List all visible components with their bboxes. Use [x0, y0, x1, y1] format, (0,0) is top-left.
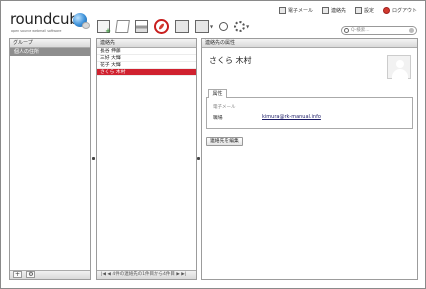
- logo-cloud-icon: [82, 22, 90, 29]
- gear-icon[interactable]: [234, 21, 246, 32]
- contact-photo-placeholder: [387, 55, 411, 79]
- contact-row[interactable]: 三好 大輝: [97, 55, 196, 62]
- add-contact-button[interactable]: [97, 20, 111, 35]
- nav-mail[interactable]: 電子メール: [278, 7, 313, 14]
- search-input[interactable]: Q-検索...: [341, 26, 417, 35]
- contact-row[interactable]: 長谷 伸藤: [97, 48, 196, 55]
- tab-properties[interactable]: 属性: [208, 89, 227, 98]
- detail-header: 連絡先の属性: [202, 39, 417, 48]
- group-item-personal[interactable]: 個人の住所: [10, 48, 90, 56]
- toolbar: ▼ ▼: [97, 19, 255, 35]
- contact-detail-panel: 連絡先の属性 さくら 木村 属性 電子メール 職場 kimura@rk-manu…: [201, 38, 418, 280]
- pager-next-icon[interactable]: ▶: [176, 272, 179, 277]
- nav-contacts-label: 連絡先: [330, 8, 346, 14]
- email-section-label: 電子メール: [213, 105, 236, 110]
- contacts-panel: 連絡先 長谷 伸藤 三好 大輝 花子 大輝 さくら 木村 |◀ ◀ 4件の連絡先…: [96, 38, 197, 280]
- pager-last-icon[interactable]: ▶|: [181, 272, 186, 277]
- splitter-handle[interactable]: [92, 157, 95, 160]
- settings-icon: [354, 7, 362, 14]
- groups-footer: + ⚙: [10, 270, 90, 279]
- delete-contact-button[interactable]: [154, 19, 169, 34]
- edit-contact-button[interactable]: 連絡先を編集: [206, 137, 243, 146]
- export-button[interactable]: [195, 20, 209, 33]
- group-item-label: 個人の住所: [14, 49, 40, 55]
- email-field-label: 職場: [213, 116, 223, 121]
- contact-row[interactable]: 花子 大輝: [97, 62, 196, 69]
- chevron-down-icon[interactable]: ▼: [210, 24, 213, 29]
- nav-mail-label: 電子メール: [287, 8, 313, 14]
- compose-icon-button[interactable]: [115, 20, 130, 33]
- chevron-down-icon[interactable]: ▼: [246, 24, 249, 29]
- contact-row-selected[interactable]: さくら 木村: [97, 69, 196, 76]
- reset-search-icon[interactable]: [409, 28, 414, 33]
- contact-name: さくら 木村: [209, 56, 252, 65]
- nav-settings[interactable]: 設定: [354, 7, 374, 14]
- import-button[interactable]: [175, 20, 189, 33]
- contacts-pager: |◀ ◀ 4件の連絡先の1件目から4件目 ▶ ▶|: [97, 270, 196, 279]
- groups-header: グループ: [10, 39, 90, 48]
- roundcube-logo[interactable]: roundcube open source webmail software: [10, 8, 90, 36]
- nav-logout[interactable]: ログアウト: [382, 7, 417, 14]
- group-actions-gear-icon[interactable]: ⚙: [26, 271, 36, 278]
- mail-icon: [278, 7, 286, 14]
- addressbook-icon: [321, 7, 329, 14]
- contacts-header: 連絡先: [97, 39, 196, 48]
- pager-text: 4件の連絡先の1件目から4件目: [112, 272, 175, 277]
- advanced-search-icon[interactable]: [219, 22, 229, 31]
- email-link[interactable]: kimura@rk-manual.info: [262, 114, 321, 120]
- search-placeholder: Q-検索...: [351, 28, 370, 33]
- groups-panel: グループ 個人の住所 + ⚙: [9, 38, 91, 280]
- logout-icon: [382, 7, 390, 14]
- logo-tagline: open source webmail software: [11, 29, 62, 33]
- nav-settings-label: 設定: [363, 8, 374, 14]
- pager-prev-icon[interactable]: ◀: [107, 272, 110, 277]
- properties-box: 電子メール 職場 kimura@rk-manual.info: [206, 97, 413, 129]
- nav-contacts[interactable]: 連絡先: [321, 7, 346, 14]
- app-window: roundcube open source webmail software 電…: [0, 0, 426, 289]
- add-group-button[interactable]: +: [13, 271, 22, 278]
- top-navigation: 電子メール 連絡先 設定 ログアウト: [278, 7, 417, 14]
- search-icon: [344, 28, 349, 33]
- print-button[interactable]: [135, 20, 148, 33]
- nav-logout-label: ログアウト: [391, 8, 417, 14]
- splitter-handle[interactable]: [197, 157, 200, 160]
- pager-first-icon[interactable]: |◀: [101, 272, 106, 277]
